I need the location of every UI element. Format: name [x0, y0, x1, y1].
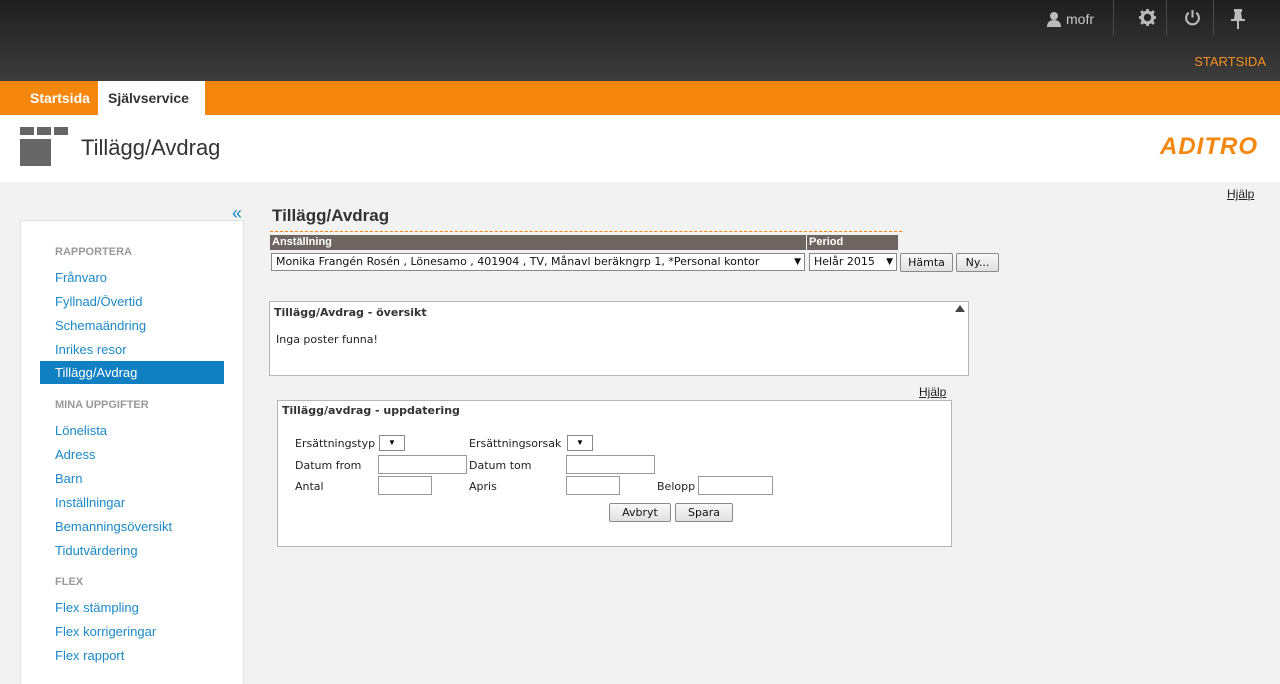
divider — [1166, 0, 1167, 36]
fetch-button[interactable]: Hämta — [900, 253, 953, 272]
sidebar-item-lonelista[interactable]: Lönelista — [55, 423, 107, 438]
employment-column-header: Anställning — [270, 235, 806, 250]
amount-label: Belopp — [657, 480, 696, 493]
sidebar-item-adress[interactable]: Adress — [55, 447, 95, 462]
pin-icon[interactable] — [1230, 9, 1246, 29]
comp-reason-select[interactable]: ▼ — [567, 435, 593, 451]
new-button[interactable]: Ny... — [956, 253, 999, 272]
date-from-input[interactable] — [378, 455, 467, 474]
period-select-value: Helår 2015 — [814, 255, 875, 268]
dropdown-arrow-icon: ▼ — [886, 257, 893, 267]
save-button[interactable]: Spara — [675, 503, 733, 522]
user-menu[interactable]: mofr — [1046, 9, 1094, 29]
help-link[interactable]: Hjälp — [1227, 187, 1254, 201]
employment-select[interactable]: Monika Frangén Rosén , Lönesamo , 401904… — [271, 253, 805, 271]
top-bar: mofr STARTSIDA — [0, 0, 1280, 81]
dropdown-arrow-icon: ▼ — [794, 257, 801, 267]
sidebar-item-fyllnad-overtid[interactable]: Fyllnad/Övertid — [55, 294, 142, 309]
divider — [1113, 0, 1114, 36]
content-title: Tillägg/Avdrag — [272, 206, 390, 225]
sidebar-item-inrikes-resor[interactable]: Inrikes resor — [55, 342, 127, 357]
gear-icon[interactable] — [1139, 9, 1156, 26]
tab-startsida[interactable]: Startsida — [20, 81, 100, 115]
unit-price-label: Apris — [469, 480, 497, 493]
sidebar-item-bemanningsoversikt[interactable]: Bemanningsöversikt — [55, 519, 172, 534]
sidebar-heading-flex: FLEX — [55, 576, 84, 588]
sidebar-item-flex-korrigeringar[interactable]: Flex korrigeringar — [55, 624, 156, 639]
comp-type-label: Ersättningstyp — [295, 437, 376, 450]
sidebar-item-tidutvardering[interactable]: Tidutvärdering — [55, 543, 138, 558]
amount-input[interactable] — [698, 476, 773, 495]
sidebar-item-franvaro[interactable]: Frånvaro — [55, 270, 107, 285]
sidebar-item-barn[interactable]: Barn — [55, 471, 82, 486]
sidebar-heading-rapportera: RAPPORTERA — [55, 246, 133, 258]
divider — [1213, 0, 1214, 36]
power-icon[interactable] — [1184, 9, 1201, 26]
overview-empty-message: Inga poster funna! — [276, 333, 378, 346]
update-title: Tillägg/avdrag - uppdatering — [282, 404, 460, 417]
overview-title: Tillägg/Avdrag - översikt — [274, 306, 427, 319]
aditro-logo: ADITRO — [1160, 133, 1258, 160]
quantity-input[interactable] — [378, 476, 432, 495]
sidebar-item-flex-rapport[interactable]: Flex rapport — [55, 648, 124, 663]
quantity-label: Antal — [295, 480, 324, 493]
help-link[interactable]: Hjälp — [919, 385, 946, 399]
comp-type-select[interactable]: ▼ — [379, 435, 405, 451]
sidebar-item-tillagg-avdrag[interactable]: Tillägg/Avdrag — [40, 361, 224, 384]
date-to-label: Datum tom — [469, 459, 532, 472]
collapse-panel-icon[interactable] — [955, 305, 965, 312]
tab-sjalvservice[interactable]: Självservice — [98, 81, 205, 116]
comp-reason-label: Ersättningsorsak — [469, 437, 562, 450]
period-column-header: Period — [807, 235, 898, 250]
user-icon — [1047, 12, 1061, 27]
page-title: Tillägg/Avdrag — [81, 135, 221, 160]
date-from-label: Datum from — [295, 459, 362, 472]
app-tiles-icon — [20, 127, 68, 166]
unit-price-input[interactable] — [566, 476, 620, 495]
startsida-link[interactable]: STARTSIDA — [1194, 54, 1266, 69]
title-divider — [270, 231, 902, 232]
sidebar-item-installningar[interactable]: Inställningar — [55, 495, 125, 510]
sidebar-item-flex-stampling[interactable]: Flex stämpling — [55, 600, 139, 615]
cancel-button[interactable]: Avbryt — [609, 503, 671, 522]
username: mofr — [1066, 11, 1094, 27]
sidebar-item-schemaandring[interactable]: Schemaändring — [55, 318, 146, 333]
period-select[interactable]: Helår 2015 ▼ — [809, 253, 897, 271]
collapse-sidebar-icon[interactable]: « — [232, 203, 242, 224]
sidebar-heading-mina-uppgifter: MINA UPPGIFTER — [55, 399, 149, 411]
date-to-input[interactable] — [566, 455, 655, 474]
employment-select-value: Monika Frangén Rosén , Lönesamo , 401904… — [276, 255, 760, 268]
